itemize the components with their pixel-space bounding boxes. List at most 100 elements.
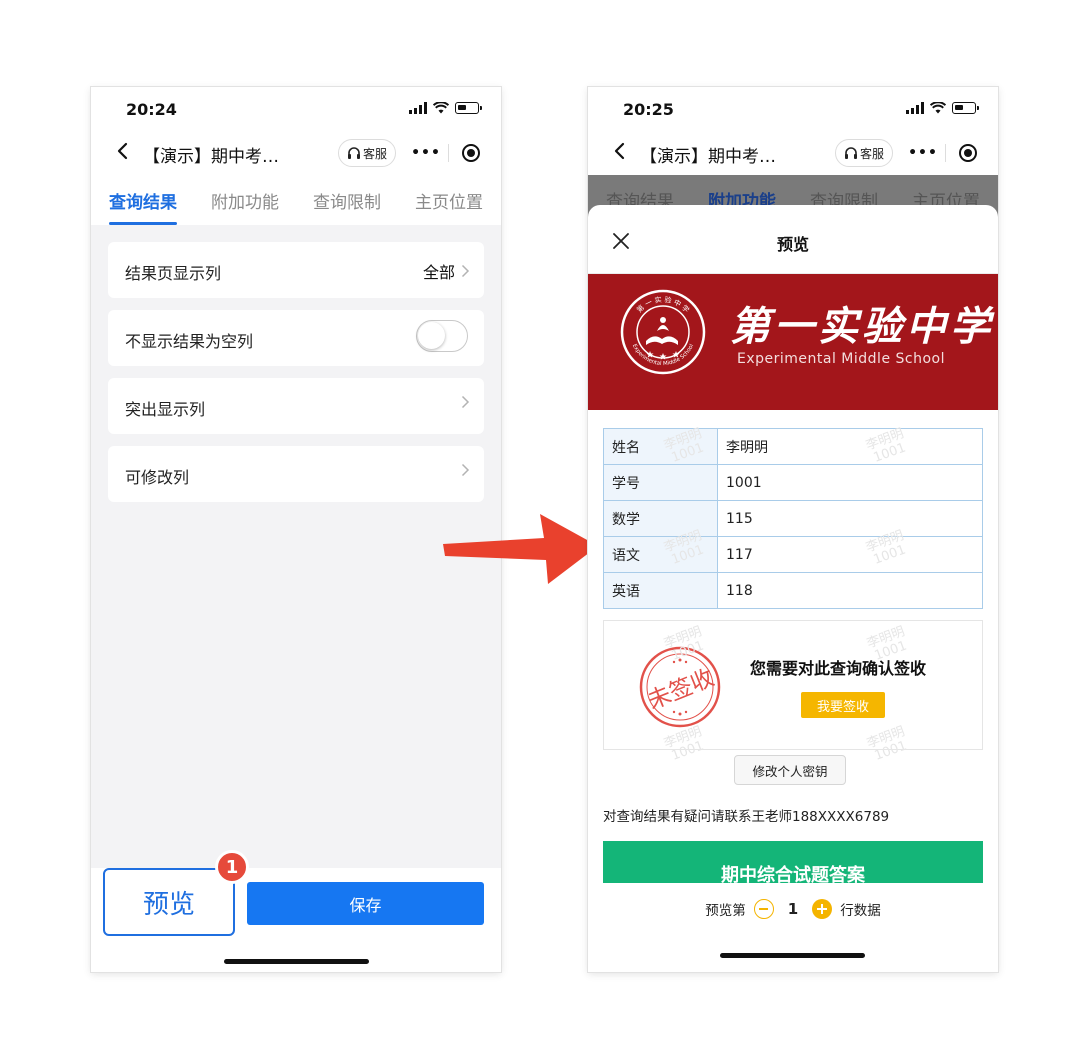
page-title: 【演示】期中考… bbox=[143, 147, 279, 167]
plus-icon[interactable] bbox=[812, 899, 833, 919]
sign-button[interactable]: 我要签收 bbox=[801, 692, 885, 718]
pager-prefix: 预览第 bbox=[705, 903, 746, 919]
setting-label: 结果页显示列 bbox=[125, 264, 222, 283]
school-banner: 第 一 实 验 中 学 Experimental Middle School 第… bbox=[588, 274, 998, 410]
setting-display-columns[interactable]: 结果页显示列 全部 bbox=[108, 242, 484, 298]
tab-query-limits[interactable]: 查询限制 bbox=[313, 188, 381, 213]
battery-icon bbox=[952, 102, 979, 114]
headset-icon bbox=[844, 146, 857, 159]
customer-service-button[interactable]: 客服 bbox=[835, 139, 893, 167]
change-password-button[interactable]: 修改个人密钥 bbox=[734, 755, 846, 785]
signal-icon bbox=[409, 102, 427, 114]
row-value: 118 bbox=[717, 572, 983, 609]
red-arrow-icon bbox=[443, 514, 598, 584]
pager-suffix: 行数据 bbox=[840, 903, 881, 919]
setting-editable-columns[interactable]: 可修改列 bbox=[108, 446, 484, 502]
tab-home-position[interactable]: 主页位置 bbox=[415, 188, 483, 213]
customer-service-button[interactable]: 客服 bbox=[338, 139, 396, 167]
setting-label: 不显示结果为空列 bbox=[125, 332, 254, 351]
right-phone-screen: 20:25 【演示】期中考… 客服 ••• 查询结果 附加功能 查询限制 主页位… bbox=[588, 87, 998, 972]
settings-list: 结果页显示列 全部 不显示结果为空列 突出显示列 可修改列 bbox=[91, 225, 501, 972]
sheet-title: 预览 bbox=[776, 235, 809, 254]
customer-service-label: 客服 bbox=[362, 146, 387, 161]
contact-text: 对查询结果有疑问请联系王老师188XXXX6789 bbox=[603, 809, 890, 825]
miniprogram-capsule: ••• bbox=[901, 139, 989, 167]
preview-sheet: 预览 第 一 实 验 中 学 Experimental Middle Schoo… bbox=[588, 205, 998, 972]
customer-service-label: 客服 bbox=[859, 146, 884, 161]
row-value: 115 bbox=[717, 500, 983, 537]
sheet-header: 预览 bbox=[588, 205, 998, 274]
target-icon bbox=[461, 144, 480, 162]
setting-value: 全部 bbox=[423, 259, 470, 283]
back-arrow-icon[interactable] bbox=[113, 141, 133, 161]
row-value: 1001 bbox=[717, 464, 983, 501]
row-pager: 预览第 1 行数据 bbox=[588, 883, 998, 972]
battery-icon bbox=[455, 102, 482, 114]
row-key: 姓名 bbox=[603, 428, 718, 465]
status-icons bbox=[906, 102, 979, 114]
setting-highlight-columns[interactable]: 突出显示列 bbox=[108, 378, 484, 434]
sign-prompt: 您需要对此查询确认签收 bbox=[750, 659, 927, 678]
watermark: 李明明 1001 bbox=[662, 724, 706, 764]
chevron-right-icon bbox=[461, 264, 470, 278]
setting-label: 可修改列 bbox=[125, 468, 190, 487]
svg-text:未签收: 未签收 bbox=[644, 665, 718, 715]
display-columns-value: 全部 bbox=[422, 263, 455, 282]
table-row: 语文 117 bbox=[603, 536, 983, 573]
target-icon bbox=[958, 144, 977, 162]
more-icon[interactable]: ••• bbox=[901, 145, 945, 161]
chevron-right-icon bbox=[461, 395, 470, 409]
setting-label: 突出显示列 bbox=[125, 400, 206, 419]
unsigned-stamp: 未签收 bbox=[639, 646, 721, 728]
status-bar: 20:24 bbox=[91, 87, 501, 131]
home-indicator bbox=[720, 953, 865, 958]
miniprogram-capsule: ••• bbox=[404, 139, 492, 167]
status-bar: 20:25 bbox=[588, 87, 998, 131]
row-key: 英语 bbox=[603, 572, 718, 609]
wifi-icon bbox=[930, 102, 946, 114]
tab-bar: 查询结果 附加功能 查询限制 主页位置 bbox=[91, 175, 501, 225]
step-badge: 1 bbox=[215, 850, 249, 884]
setting-arrow bbox=[461, 463, 470, 477]
table-row: 英语 118 bbox=[603, 572, 983, 609]
nav-bar: 【演示】期中考… 客服 ••• bbox=[91, 131, 501, 175]
row-key: 学号 bbox=[603, 464, 718, 501]
setting-hide-empty-columns: 不显示结果为空列 bbox=[108, 310, 484, 366]
hide-empty-toggle[interactable] bbox=[416, 320, 468, 352]
preview-button[interactable]: 预览 bbox=[103, 868, 235, 936]
school-name-en: Experimental Middle School bbox=[737, 351, 945, 367]
score-table: 姓名 李明明 学号 1001 数学 115 语文 117 英语 118 bbox=[603, 428, 983, 609]
close-miniprogram-button[interactable] bbox=[449, 144, 492, 162]
close-miniprogram-button[interactable] bbox=[946, 144, 989, 162]
answer-button[interactable]: 期中综合试题答案 bbox=[603, 841, 983, 886]
pager-controls: 预览第 1 行数据 bbox=[588, 899, 998, 919]
save-button[interactable]: 保存 bbox=[247, 882, 484, 925]
table-row: 姓名 李明明 bbox=[603, 428, 983, 465]
row-key: 数学 bbox=[603, 500, 718, 537]
sign-confirm-box: 未签收 李明明 1001 李明明 1001 李明明 1001 李明明 1001 您需要对… bbox=[603, 620, 983, 764]
more-icon[interactable]: ••• bbox=[404, 145, 448, 161]
home-indicator bbox=[224, 959, 369, 964]
headset-icon bbox=[347, 146, 360, 159]
svg-text:第 一 实 验 中 学: 第 一 实 验 中 学 bbox=[635, 295, 692, 314]
table-row: 学号 1001 bbox=[603, 464, 983, 501]
status-time: 20:24 bbox=[126, 100, 177, 119]
watermark: 李明明 1001 bbox=[865, 724, 909, 764]
pager-number: 1 bbox=[787, 900, 799, 918]
school-name-cn: 第一实验中学 bbox=[730, 303, 994, 350]
nav-bar: 【演示】期中考… 客服 ••• bbox=[588, 131, 998, 175]
setting-arrow bbox=[461, 395, 470, 409]
row-key: 语文 bbox=[603, 536, 718, 573]
page-title: 【演示】期中考… bbox=[640, 147, 776, 167]
table-row: 数学 115 bbox=[603, 500, 983, 537]
tab-query-results[interactable]: 查询结果 bbox=[109, 188, 177, 213]
bottom-action-bar: 预览 1 保存 bbox=[91, 850, 501, 972]
back-arrow-icon[interactable] bbox=[610, 141, 630, 161]
wifi-icon bbox=[433, 102, 449, 114]
tab-extra-features[interactable]: 附加功能 bbox=[211, 188, 279, 213]
signal-icon bbox=[906, 102, 924, 114]
chevron-right-icon bbox=[461, 463, 470, 477]
status-icons bbox=[409, 102, 482, 114]
status-time: 20:25 bbox=[623, 100, 674, 119]
minus-icon[interactable] bbox=[753, 899, 774, 919]
